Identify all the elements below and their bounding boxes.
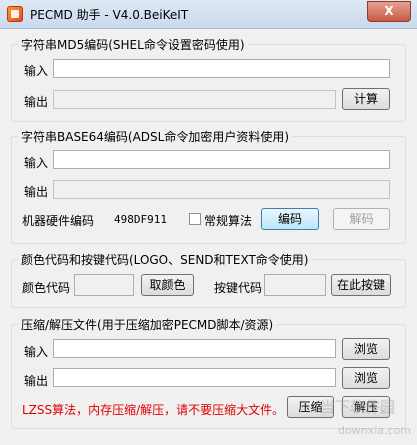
calculate-button[interactable]: 计算: [342, 88, 390, 110]
compress-warning: LZSS算法，内存压缩/解压，请不要压缩大文件。: [22, 403, 285, 417]
md5-output-field[interactable]: [53, 90, 336, 109]
normal-algo-checkbox[interactable]: [189, 213, 201, 225]
compress-input-field[interactable]: [53, 339, 336, 358]
browse-input-button[interactable]: 浏览: [342, 338, 390, 360]
decode-button[interactable]: 解码: [333, 208, 390, 230]
encode-button[interactable]: 编码: [261, 208, 319, 230]
window-title: PECMD 助手 - V4.0.BeiKeIT: [30, 8, 189, 22]
base64-input-field[interactable]: [53, 150, 390, 169]
pick-color-button[interactable]: 取颜色: [141, 274, 194, 296]
compress-output-field[interactable]: [53, 368, 336, 387]
normal-algo-label: 常规算法: [204, 214, 253, 228]
base64-output-label: 输出: [24, 185, 49, 199]
decompress-button[interactable]: 解压: [342, 396, 390, 418]
browse-output-button[interactable]: 浏览: [342, 367, 390, 389]
compress-button[interactable]: 压缩: [287, 396, 334, 418]
color-code-label: 颜色代码: [22, 281, 71, 295]
compress-output-label: 输出: [24, 374, 49, 388]
title-bar: PECMD 助手 - V4.0.BeiKeIT X: [0, 0, 417, 29]
compress-input-label: 输入: [24, 345, 49, 359]
key-code-field[interactable]: [264, 274, 326, 296]
base64-input-label: 输入: [24, 156, 49, 170]
press-key-button[interactable]: 在此按键: [331, 274, 391, 296]
close-button[interactable]: X: [367, 1, 411, 22]
md5-group: 字符串MD5编码(SHEL命令设置密码使用): [11, 36, 406, 122]
md5-output-label: 输出: [24, 95, 49, 109]
color-code-field[interactable]: [74, 274, 134, 296]
md5-group-title: 字符串MD5编码(SHEL命令设置密码使用): [18, 36, 248, 53]
key-code-label: 按键代码: [214, 281, 263, 295]
md5-input-label: 输入: [24, 64, 49, 78]
app-icon: [7, 6, 23, 22]
hardware-code-value: 498DF911: [114, 213, 167, 226]
base64-output-field[interactable]: [53, 180, 390, 199]
keycodes-group-title: 颜色代码和按键代码(LOGO、SEND和TEXT命令使用): [18, 251, 312, 268]
md5-input-field[interactable]: [53, 59, 390, 78]
base64-group-title: 字符串BASE64编码(ADSL命令加密用户资料使用): [18, 128, 293, 145]
hardware-code-label: 机器硬件编码: [22, 214, 95, 228]
compress-group-title: 压缩/解压文件(用于压缩加密PECMD脚本/资源): [18, 316, 277, 333]
